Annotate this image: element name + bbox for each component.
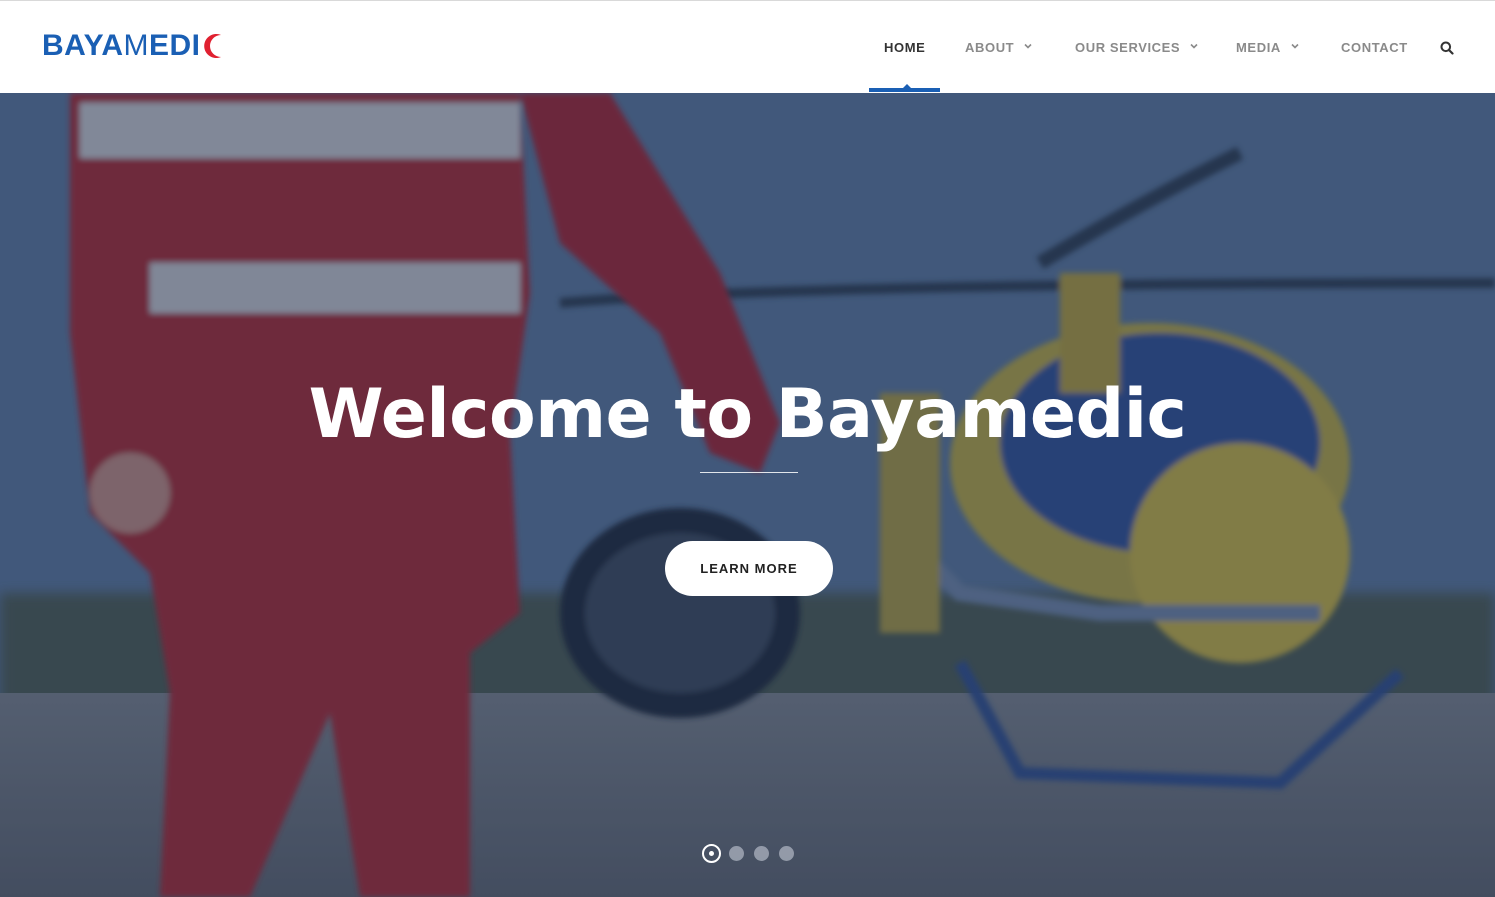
nav-item-contact[interactable]: CONTACT	[1341, 1, 1408, 93]
nav-label: MEDIA	[1236, 39, 1281, 55]
nav-item-about[interactable]: ABOUT	[965, 1, 1032, 93]
slider-dot-4[interactable]	[779, 846, 794, 861]
slider-dot-3[interactable]	[754, 846, 769, 861]
search-icon	[1440, 41, 1454, 55]
nav-label: HOME	[884, 39, 926, 55]
slider-dot-1[interactable]	[702, 844, 721, 863]
hero-overlay	[0, 93, 1495, 897]
main-nav: HOME ABOUT OUR SERVICES MEDIA CONTACT	[0, 1, 1495, 93]
chevron-down-icon	[1024, 43, 1032, 49]
hero-slider: Welcome to Bayamedic LEARN MORE	[0, 93, 1495, 897]
nav-item-home[interactable]: HOME	[884, 1, 925, 93]
nav-item-our-services[interactable]: OUR SERVICES	[1075, 1, 1198, 93]
search-button[interactable]	[1440, 41, 1454, 55]
nav-item-media[interactable]: MEDIA	[1236, 1, 1299, 93]
learn-more-button[interactable]: LEARN MORE	[665, 541, 833, 596]
slider-pagination	[702, 844, 802, 863]
nav-label: CONTACT	[1341, 39, 1408, 55]
slider-dot-2[interactable]	[729, 846, 744, 861]
chevron-down-icon	[1190, 43, 1198, 49]
nav-label: ABOUT	[965, 39, 1015, 55]
active-nav-indicator	[869, 88, 940, 92]
hero-title: Welcome to Bayamedic	[308, 375, 1187, 454]
chevron-down-icon	[1291, 43, 1299, 49]
hero-divider	[700, 472, 798, 473]
nav-label: OUR SERVICES	[1075, 39, 1181, 55]
site-header: BAYAMEDI HOME ABOUT OUR SERVICES MEDIA C…	[0, 1, 1495, 93]
